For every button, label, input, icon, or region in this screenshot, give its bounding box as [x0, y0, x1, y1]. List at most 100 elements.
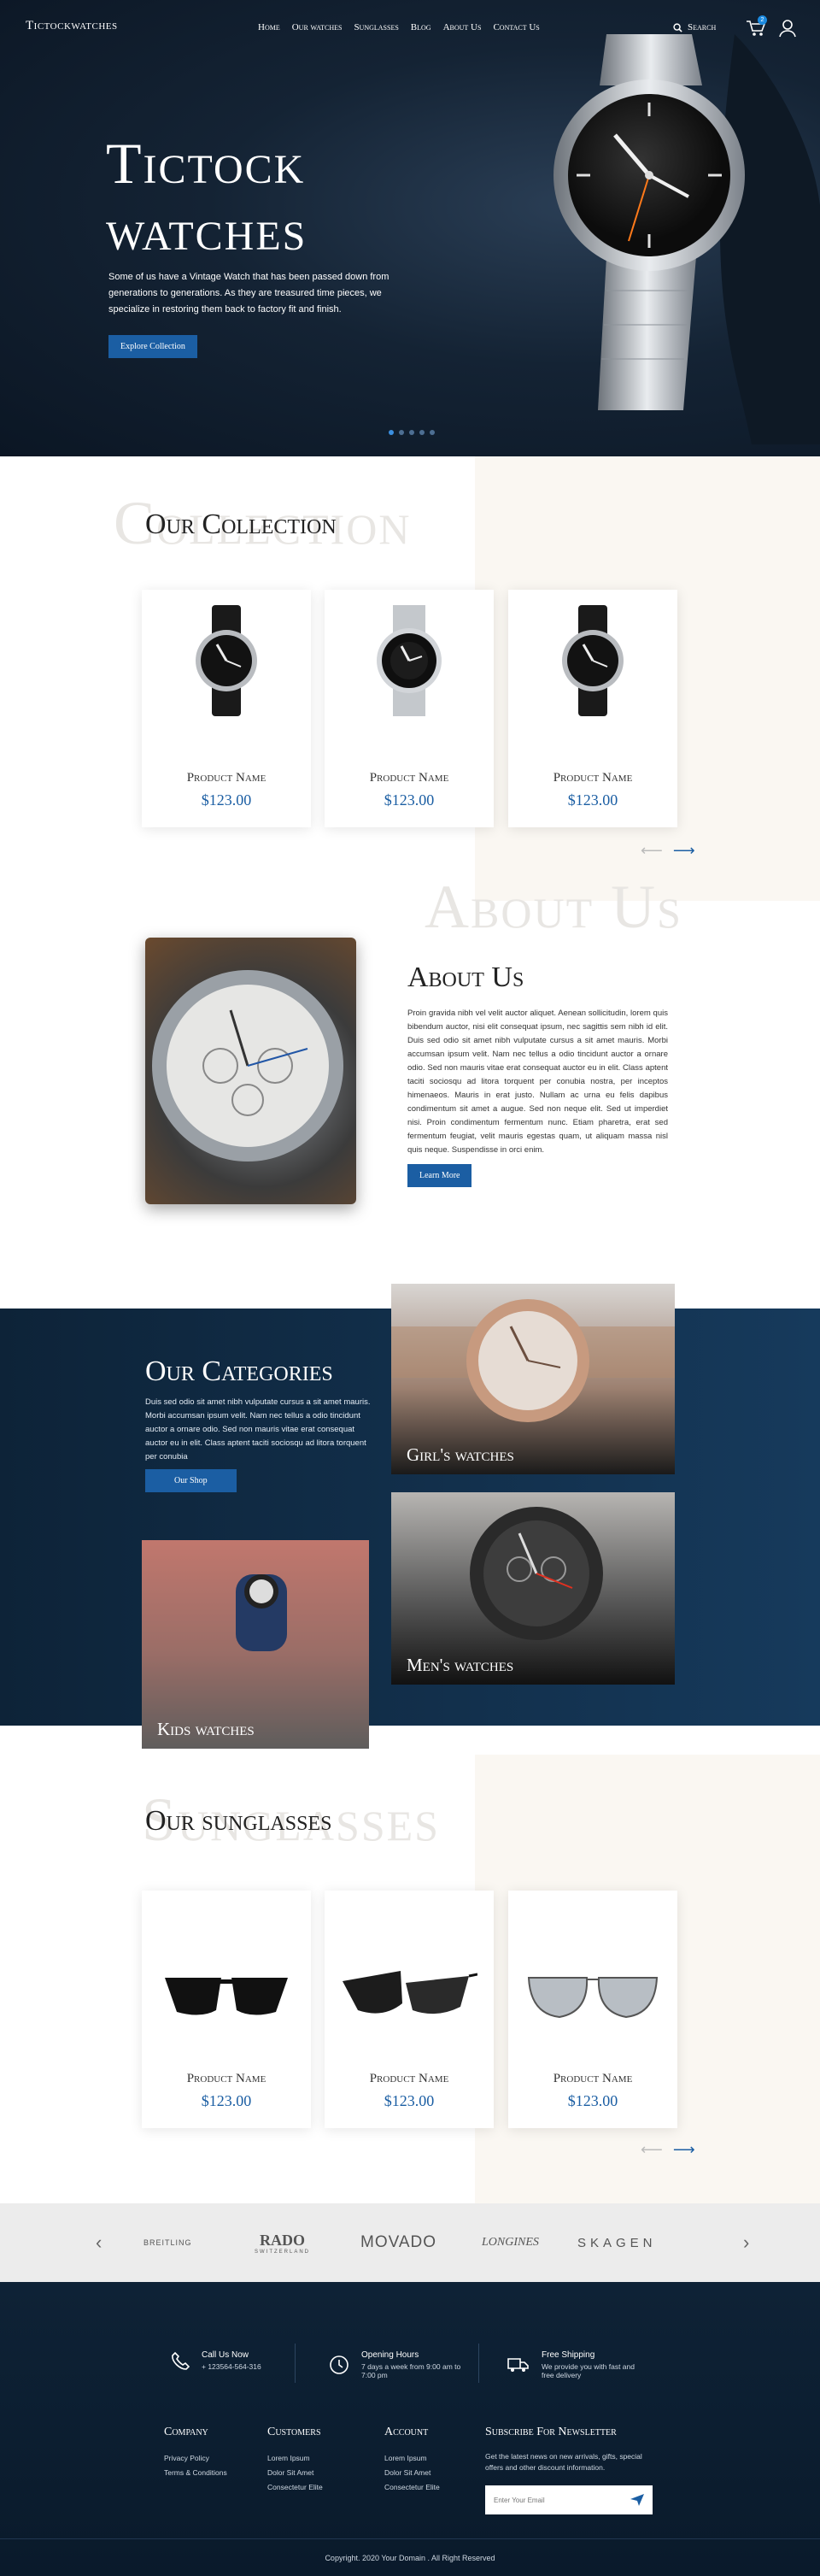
slider-dot[interactable] [409, 430, 414, 435]
feature-shipping: Free Shipping We provide you with fast an… [507, 2350, 644, 2379]
about-body: Proin gravida nibh vel velit auctor aliq… [407, 1009, 668, 1155]
about-bg-text: About Us [425, 873, 682, 941]
footer-link[interactable]: Terms & Conditions [164, 2466, 227, 2480]
phone-icon [172, 2351, 190, 2370]
product-card[interactable]: Product Name $123.00 [508, 590, 677, 827]
about-watch-image [145, 938, 356, 1204]
sunglasses-aviator-image [527, 1977, 659, 2019]
product-card[interactable]: Product Name $123.00 [142, 1891, 311, 2128]
category-kids-watches[interactable]: Kids watches [142, 1540, 369, 1749]
feature-text: + 123564-564-316 [202, 2362, 261, 2371]
nav-contact-us[interactable]: Contact Us [493, 22, 539, 32]
brand-rado-sub: SWITZERLAND [255, 2249, 311, 2255]
brands-strip: ‹ BREITLING RADO SWITZERLAND MOVADO LONG… [0, 2203, 820, 2282]
newsletter-form [485, 2485, 653, 2514]
brand-movado[interactable]: MOVADO [360, 2203, 436, 2282]
footer-divider [0, 2538, 820, 2539]
category-label: Men's watches [407, 1655, 514, 1675]
product-name: Product Name [553, 771, 633, 785]
brands-prev-icon[interactable]: ‹ [96, 2203, 102, 2282]
product-name: Product Name [186, 2072, 266, 2085]
product-card[interactable]: Product Name $123.00 [142, 590, 311, 827]
footer-col-title: Company [164, 2426, 208, 2438]
slider-dot[interactable] [399, 430, 404, 435]
nav-blog[interactable]: Blog [411, 22, 431, 32]
about-heading: About Us [407, 962, 524, 993]
feature-title: Call Us Now [202, 2350, 249, 2360]
footer-link[interactable]: Dolor Sit Amet [384, 2466, 440, 2480]
chronograph-watch-illustration [152, 970, 343, 1162]
category-girls-watches[interactable]: Girl's watches [391, 1284, 675, 1474]
sunglasses-heading: Our sunglasses [145, 1805, 332, 1837]
nav-home[interactable]: Home [258, 22, 280, 32]
feature-hours: Opening Hours 7 days a week from 9:00 am … [329, 2350, 464, 2379]
nav-our-watches[interactable]: Our watches [292, 22, 343, 32]
copyright: Copyright. 2020 Your Domain . All Right … [325, 2554, 495, 2562]
footer-link[interactable]: Lorem Ipsum [384, 2451, 440, 2466]
arrow-right-icon[interactable]: ⟶ [673, 842, 695, 860]
learn-more-button[interactable]: Learn More [407, 1164, 472, 1187]
feature-title: Opening Hours [361, 2350, 419, 2360]
category-mens-watches[interactable]: Men's watches [391, 1492, 675, 1685]
footer-newsletter: Subscribe For Newsletter Get the latest … [485, 2426, 656, 2514]
product-name: Product Name [186, 771, 266, 785]
site-logo[interactable]: Tictockwatches [26, 19, 118, 33]
hero-tagline: Some of us have a Vintage Watch that has… [108, 272, 390, 315]
slider-dot[interactable] [430, 430, 435, 435]
sunglasses-arrows: ⟵ ⟶ [641, 2141, 695, 2159]
explore-collection-button[interactable]: Explore Collection [108, 335, 197, 358]
arrow-right-icon[interactable]: ⟶ [673, 2141, 695, 2159]
categories-heading: Our Categories [145, 1356, 333, 1387]
footer-account: Account Lorem Ipsum Dolor Sit Amet Conse… [384, 2426, 440, 2495]
arrow-left-icon[interactable]: ⟵ [641, 842, 663, 860]
clock-icon [330, 2355, 348, 2374]
send-icon[interactable] [630, 2494, 644, 2506]
product-price: $123.00 [384, 791, 435, 809]
slider-dot[interactable] [389, 430, 394, 435]
kids-watch-illustration [142, 1540, 369, 1749]
hero-title: Tictock watches [106, 130, 307, 263]
footer-link[interactable]: Privacy Policy [164, 2451, 227, 2466]
divider [478, 2344, 479, 2383]
newsletter-text: Get the latest news on new arrivals, gif… [485, 2452, 642, 2472]
footer-customers: Customers Lorem Ipsum Dolor Sit Amet Con… [267, 2426, 323, 2495]
our-shop-button[interactable]: Our Shop [145, 1469, 237, 1492]
search-button[interactable]: Search [673, 22, 716, 32]
nav-sunglasses[interactable]: Sunglasses [354, 22, 398, 32]
footer-col-title: Customers [267, 2426, 321, 2438]
footer-link[interactable]: Consectetur Elite [384, 2480, 440, 2495]
footer-link[interactable]: Lorem Ipsum [267, 2451, 323, 2466]
brand-rado[interactable]: RADO SWITZERLAND [255, 2203, 310, 2282]
slider-dot[interactable] [419, 430, 425, 435]
product-price: $123.00 [567, 791, 618, 809]
collection-heading: Our Collection [145, 509, 337, 540]
arrow-left-icon[interactable]: ⟵ [641, 2141, 663, 2159]
truck-icon [507, 2358, 529, 2372]
search-label: Search [688, 22, 717, 32]
brand-skagen[interactable]: SKAGEN [577, 2203, 657, 2282]
brands-next-icon[interactable]: › [743, 2203, 749, 2282]
nav-about-us[interactable]: About Us [443, 22, 482, 32]
footer-link[interactable]: Consectetur Elite [267, 2480, 323, 2495]
slider-dots [389, 430, 435, 435]
main-nav: Home Our watches Sunglasses Blog About U… [258, 22, 540, 32]
product-name: Product Name [553, 2072, 633, 2085]
product-card[interactable]: Product Name $123.00 [325, 590, 494, 827]
site-footer: Call Us Now + 123564-564-316 Opening Hour… [0, 2282, 820, 2576]
feature-title: Free Shipping [542, 2350, 595, 2360]
footer-link[interactable]: Dolor Sit Amet [267, 2466, 323, 2480]
hero-title-line2: watches [106, 197, 308, 262]
product-name: Product Name [369, 2072, 449, 2085]
brand-longines[interactable]: LONGINES [482, 2203, 539, 2282]
hero-watch-image [554, 34, 820, 444]
feature-text: We provide you with fast and free delive… [542, 2362, 635, 2379]
watch-black-leather-image [196, 605, 257, 716]
product-name: Product Name [369, 771, 449, 785]
newsletter-email-input[interactable] [485, 2485, 622, 2514]
brand-breitling[interactable]: BREITLING [144, 2203, 192, 2282]
product-card[interactable]: Product Name $123.00 [325, 1891, 494, 2128]
footer-company: Company Privacy Policy Terms & Condition… [164, 2426, 227, 2480]
hero-banner: Tictockwatches Home Our watches Sunglass… [0, 0, 820, 456]
product-price: $123.00 [201, 2092, 252, 2109]
product-card[interactable]: Product Name $123.00 [508, 1891, 677, 2128]
